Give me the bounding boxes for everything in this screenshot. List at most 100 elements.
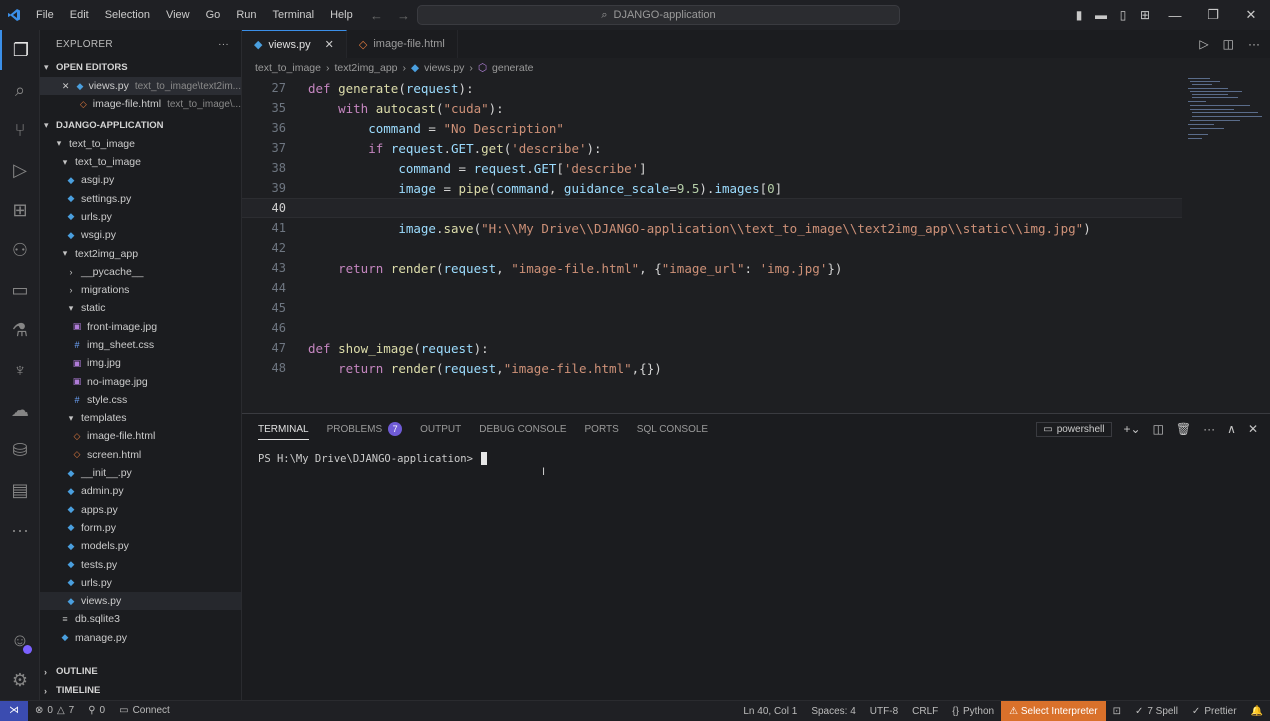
toggle-secondary-sidebar-icon[interactable]: ▯	[1112, 8, 1134, 22]
maximize-panel-icon[interactable]: ∧	[1227, 422, 1236, 436]
menu-selection[interactable]: Selection	[97, 0, 158, 30]
search-view-icon[interactable]: ⌕	[0, 70, 40, 110]
notifications-bell-icon[interactable]: 🔔	[1244, 706, 1270, 717]
timeline-section[interactable]: › TIMELINE	[40, 681, 242, 700]
tree-file[interactable]: ◆ urls.py	[40, 574, 241, 592]
menu-terminal[interactable]: Terminal	[265, 0, 323, 30]
close-panel-icon[interactable]: ✕	[1248, 422, 1258, 436]
tab-image-file-html[interactable]: ◇ image-file.html	[347, 30, 458, 58]
tab-sql-console[interactable]: SQL CONSOLE	[637, 424, 708, 435]
tree-file[interactable]: ≡ db.sqlite3	[40, 610, 241, 628]
more-icon[interactable]: ···	[0, 510, 40, 550]
tree-file[interactable]: ◆ tests.py	[40, 555, 241, 573]
tree-file[interactable]: ▣ front-image.jpg	[40, 318, 241, 336]
tab-views-py[interactable]: ◆ views.py ✕	[242, 30, 347, 58]
breadcrumb-item[interactable]: text_to_image	[255, 62, 321, 74]
explorer-icon[interactable]: ❐	[0, 30, 40, 70]
ports-status[interactable]: ⚲ 0	[81, 705, 112, 716]
docker-icon[interactable]: ☁	[0, 390, 40, 430]
tree-folder[interactable]: ▾ text_to_image	[40, 135, 241, 153]
tab-problems[interactable]: PROBLEMS 7	[327, 422, 403, 436]
close-icon[interactable]: ✕	[60, 81, 71, 92]
tree-file[interactable]: ◆ apps.py	[40, 501, 241, 519]
tree-folder[interactable]: › migrations	[40, 281, 241, 299]
connect-status[interactable]: ▭ Connect	[112, 705, 177, 716]
tab-terminal[interactable]: TERMINAL	[258, 419, 309, 440]
encoding[interactable]: UTF-8	[863, 706, 905, 717]
remote-explorer-icon[interactable]: ▭	[0, 270, 40, 310]
minimap[interactable]	[1182, 78, 1270, 410]
trash-icon[interactable]: 🗑	[1176, 422, 1191, 436]
close-icon[interactable]: ✕	[325, 38, 334, 51]
tree-file[interactable]: ◆ asgi.py	[40, 171, 241, 189]
source-control-icon[interactable]: ⑂	[0, 110, 40, 150]
run-debug-icon[interactable]: ▷	[0, 150, 40, 190]
extension-status-icon[interactable]: ⊡	[1106, 706, 1128, 717]
more-actions-icon[interactable]: ···	[1248, 37, 1260, 51]
tree-file[interactable]: # img_sheet.css	[40, 336, 241, 354]
tree-file[interactable]: ▣ img.jpg	[40, 354, 241, 372]
tree-file-active[interactable]: ◆ views.py	[40, 592, 241, 611]
open-editor-image-file[interactable]: ◇ image-file.html text_to_image\...	[40, 95, 241, 113]
breadcrumb-item[interactable]: generate	[492, 62, 533, 74]
cursor-position[interactable]: Ln 40, Col 1	[736, 706, 804, 717]
tree-file[interactable]: ◆ models.py	[40, 537, 241, 555]
open-editors-section[interactable]: ▾ OPEN EDITORS	[40, 58, 241, 77]
tree-folder[interactable]: ▾ text2img_app	[40, 244, 241, 262]
terminal-output[interactable]: PS H:\My Drive\DJANGO-application>	[258, 452, 487, 465]
terminal-shell-selector[interactable]: ▭ powershell	[1036, 421, 1112, 437]
breadcrumb-item[interactable]: text2img_app	[334, 62, 397, 74]
tree-file[interactable]: ◇ screen.html	[40, 446, 241, 464]
tree-file[interactable]: ◆ admin.py	[40, 482, 241, 500]
tree-file[interactable]: ◆ wsgi.py	[40, 226, 241, 244]
tree-file[interactable]: ◆ manage.py	[40, 629, 241, 647]
toggle-sidebar-icon[interactable]: ▮	[1068, 8, 1090, 22]
tree-file[interactable]: ◆ __init__.py	[40, 464, 241, 482]
minimize-button[interactable]: —	[1156, 8, 1194, 23]
manage-gear-icon[interactable]: ⚙	[0, 660, 40, 700]
tree-folder[interactable]: › __pycache__	[40, 263, 241, 281]
more-actions-icon[interactable]: ···	[1203, 422, 1215, 436]
remote-indicator-icon[interactable]: ⋊	[0, 700, 28, 721]
language-mode[interactable]: {} Python	[945, 706, 1001, 717]
deploy-icon[interactable]: ♆	[0, 350, 40, 390]
tree-file[interactable]: ◇ image-file.html	[40, 427, 241, 445]
tree-folder[interactable]: ▾ static	[40, 299, 241, 317]
line-ending[interactable]: CRLF	[905, 706, 945, 717]
outline-section[interactable]: › OUTLINE	[40, 662, 242, 681]
split-terminal-icon[interactable]: ◫	[1153, 422, 1164, 436]
menu-file[interactable]: File	[28, 0, 62, 30]
toggle-panel-icon[interactable]: ▬	[1090, 8, 1112, 22]
run-icon[interactable]: ▷	[1199, 37, 1208, 51]
close-window-button[interactable]: ✕	[1232, 7, 1270, 23]
layout-icon[interactable]: ▤	[0, 470, 40, 510]
back-arrow-icon[interactable]: ←	[370, 8, 383, 23]
spell-status[interactable]: ✓ 7 Spell	[1128, 706, 1185, 717]
testing-icon[interactable]: ⚗	[0, 310, 40, 350]
forward-arrow-icon[interactable]: →	[397, 8, 410, 23]
tab-output[interactable]: OUTPUT	[420, 424, 461, 435]
menu-go[interactable]: Go	[198, 0, 229, 30]
split-editor-icon[interactable]: ◫	[1223, 37, 1234, 51]
account-icon[interactable]: ☺	[0, 620, 40, 660]
problems-status[interactable]: ⊗ 0 △ 7	[28, 705, 81, 716]
tree-file[interactable]: ▣ no-image.jpg	[40, 372, 241, 390]
prettier-status[interactable]: ✓ Prettier	[1185, 706, 1244, 717]
new-terminal-icon[interactable]: +⌄	[1124, 422, 1141, 436]
tree-folder[interactable]: ▾ templates	[40, 409, 241, 427]
tab-ports[interactable]: PORTS	[585, 424, 619, 435]
tree-file[interactable]: ◆ form.py	[40, 519, 241, 537]
tree-file[interactable]: # style.css	[40, 391, 241, 409]
command-center-search[interactable]: ⌕ DJANGO-application	[417, 5, 900, 25]
menu-edit[interactable]: Edit	[62, 0, 97, 30]
restore-button[interactable]: ❐	[1194, 7, 1232, 23]
open-editor-views[interactable]: ✕ ◆ views.py text_to_image\text2im...	[40, 77, 241, 96]
menu-view[interactable]: View	[158, 0, 198, 30]
tree-file[interactable]: ◆ urls.py	[40, 208, 241, 226]
tree-file[interactable]: ◆ settings.py	[40, 189, 241, 207]
extensions-icon[interactable]: ⊞	[0, 190, 40, 230]
tree-folder[interactable]: ▾ text_to_image	[40, 153, 241, 171]
menu-help[interactable]: Help	[322, 0, 361, 30]
code-editor[interactable]: 27 def generate(request): 35 with autocas…	[242, 78, 1182, 410]
explorer-more-icon[interactable]: ···	[218, 39, 229, 50]
